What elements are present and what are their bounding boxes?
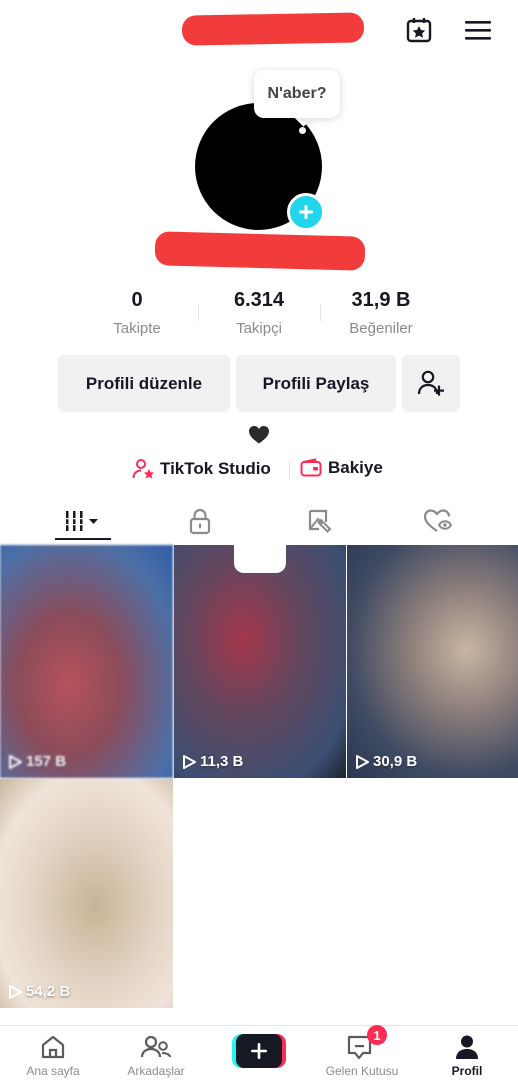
tab-tagged[interactable] — [290, 504, 350, 538]
nav-profile-label: Profil — [451, 1064, 483, 1078]
view-count: 11,3 B — [182, 753, 243, 770]
nav-friends[interactable]: Arkadaşlar — [106, 1034, 206, 1078]
videos-grid-icon — [64, 511, 98, 531]
link-divider — [289, 461, 290, 479]
add-friend-icon — [417, 370, 444, 396]
friends-icon — [140, 1035, 171, 1058]
tab-indicator — [55, 538, 111, 540]
view-count-text: 54,2 B — [26, 983, 71, 1000]
add-friend-button[interactable] — [402, 355, 460, 412]
play-icon — [9, 754, 22, 769]
tab-liked[interactable] — [408, 504, 468, 538]
video-thumbnail[interactable]: 54,2 B — [0, 779, 173, 1008]
stat-likes-label: Beğeniler — [349, 320, 413, 337]
view-count: 157 B — [8, 753, 66, 770]
balance-link[interactable]: Bakiye — [300, 458, 383, 478]
avatar-dot — [299, 127, 306, 134]
edit-profile-button[interactable]: Profili düzenle — [58, 355, 230, 412]
stat-followers-label: Takipçi — [236, 320, 282, 337]
studio-person-icon — [132, 459, 155, 479]
nav-friends-label: Arkadaşlar — [127, 1064, 185, 1078]
username-redaction — [181, 12, 365, 46]
stat-followers[interactable]: 6.314 Takipçi — [199, 286, 319, 337]
stat-following-value: 0 — [131, 289, 143, 311]
tiktok-studio-link[interactable]: TikTok Studio — [132, 458, 271, 480]
tagged-icon — [308, 509, 332, 533]
stat-likes[interactable]: 31,9 B Beğeniler — [321, 286, 441, 337]
play-icon — [356, 754, 369, 769]
plus-icon — [299, 205, 313, 219]
nav-home-label: Ana sayfa — [26, 1064, 80, 1078]
stat-following-label: Takipte — [113, 320, 161, 337]
thumbnail-notch — [234, 545, 286, 573]
liked-icon — [423, 509, 453, 532]
plus-icon — [251, 1043, 267, 1059]
status-bubble[interactable]: N'aber? — [254, 70, 340, 118]
wallet-icon — [300, 458, 322, 477]
tiktok-studio-label: TikTok Studio — [160, 459, 271, 478]
view-count-text: 30,9 B — [373, 753, 418, 770]
nav-inbox[interactable]: 1 Gelen Kutusu — [312, 1025, 412, 1078]
balance-label: Bakiye — [328, 458, 383, 477]
nav-profile[interactable]: Profil — [417, 1034, 517, 1078]
heart-icon — [248, 425, 270, 450]
view-count-text: 11,3 B — [200, 753, 244, 770]
inbox-badge: 1 — [367, 1025, 387, 1045]
video-thumbnail[interactable]: 157 B — [0, 545, 173, 778]
stat-following[interactable]: 0 Takipte — [77, 286, 197, 337]
home-icon — [41, 1035, 65, 1059]
bottom-nav: Ana sayfa Arkadaşlar 1 Gelen Kutusu Prof… — [0, 1025, 518, 1081]
name-redaction — [154, 231, 366, 271]
nav-home[interactable]: Ana sayfa — [3, 1034, 103, 1078]
tab-private[interactable] — [170, 504, 230, 538]
hamburger-menu-icon[interactable] — [462, 15, 494, 45]
lock-icon — [189, 508, 211, 535]
play-icon — [183, 754, 196, 769]
view-count: 54,2 B — [8, 983, 70, 1000]
calendar-star-icon[interactable] — [402, 13, 436, 47]
view-count-text: 157 B — [26, 753, 67, 770]
view-count: 30,9 B — [355, 753, 417, 770]
profile-icon — [456, 1035, 478, 1059]
add-photo-button[interactable] — [287, 193, 325, 231]
stat-likes-value: 31,9 B — [351, 289, 411, 311]
video-thumbnail[interactable]: 30,9 B — [347, 545, 518, 778]
stat-followers-value: 6.314 — [233, 289, 285, 311]
nav-inbox-label: Gelen Kutusu — [325, 1064, 399, 1078]
video-thumbnail[interactable]: 11,3 B — [174, 545, 346, 778]
tab-videos[interactable] — [53, 504, 113, 538]
play-icon — [9, 984, 22, 999]
share-profile-button[interactable]: Profili Paylaş — [236, 355, 396, 412]
create-button[interactable] — [232, 1034, 286, 1068]
